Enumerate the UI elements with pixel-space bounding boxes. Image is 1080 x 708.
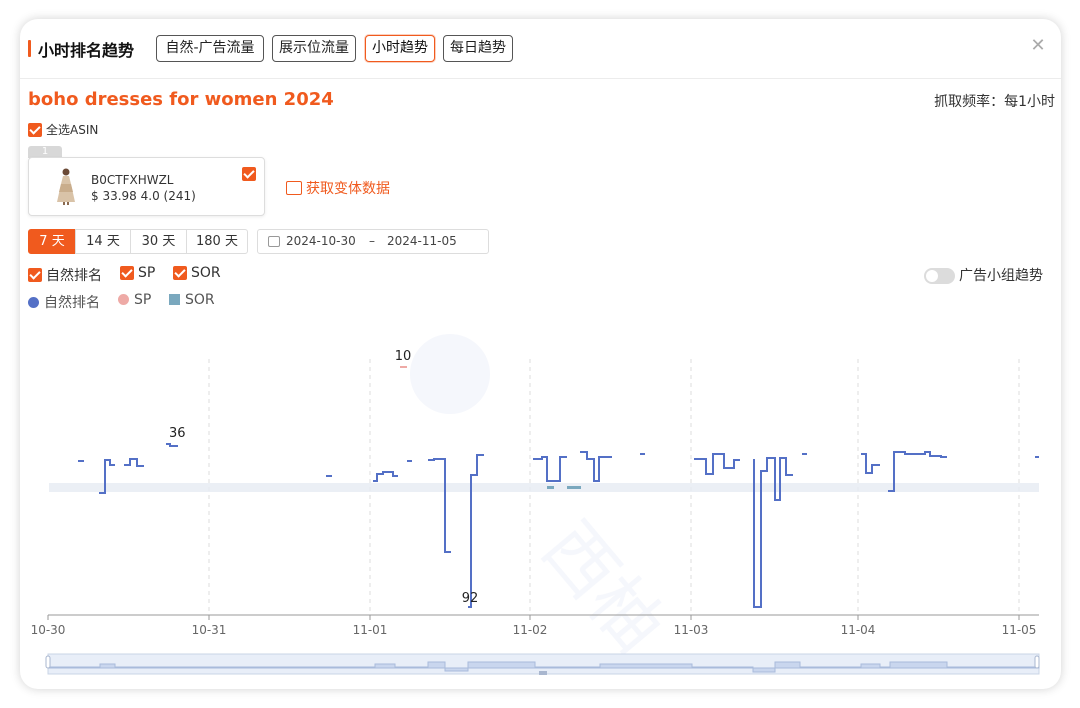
checkbox-checked-icon[interactable] <box>28 268 42 282</box>
fetch-variant-data-link[interactable]: 获取变体数据 <box>286 178 390 198</box>
date-separator: – <box>369 234 375 248</box>
date-start: 2024-10-30 <box>286 234 356 248</box>
checkbox-checked-icon[interactable] <box>120 266 134 280</box>
tab-daily-trend[interactable]: 每日趋势 <box>443 35 513 62</box>
product-thumbnail <box>49 166 83 206</box>
toggle-label: SP <box>138 265 156 281</box>
annotation-36: 36 <box>169 426 186 441</box>
x-label: 11-02 <box>513 623 548 637</box>
tab-organic-ad-traffic[interactable]: 自然-广告流量 <box>156 35 264 62</box>
date-range-picker[interactable]: 2024-10-30 – 2024-11-05 <box>257 229 489 254</box>
hourly-rank-modal: 小时排名趋势 自然-广告流量 展示位流量 小时趋势 每日趋势 ✕ boho dr… <box>20 19 1061 689</box>
toggle-switch[interactable] <box>924 268 955 284</box>
sp-point <box>400 366 407 368</box>
data-zoom-slider[interactable] <box>45 653 1040 675</box>
tab-hourly-trend[interactable]: 小时趋势 <box>365 35 435 62</box>
tab-placement-traffic[interactable]: 展示位流量 <box>272 35 356 62</box>
bar-chart-icon <box>286 181 302 195</box>
ad-group-trend-switch[interactable]: 广告小组趋势 <box>924 265 1043 285</box>
x-label: 11-04 <box>841 623 876 637</box>
toggle-organic-rank[interactable]: 自然排名 <box>28 265 102 285</box>
x-label: 11-01 <box>353 623 388 637</box>
toggle-sp[interactable]: SP <box>120 265 155 281</box>
sor-point <box>547 486 554 489</box>
range-7d-button[interactable]: 7 天 <box>28 229 76 254</box>
modal-header: 小时排名趋势 自然-广告流量 展示位流量 小时趋势 每日趋势 ✕ <box>20 19 1061 79</box>
legend-marker <box>28 297 39 308</box>
product-price-rating: $ 33.98 4.0 (241) <box>91 189 196 203</box>
product-checkbox-icon[interactable] <box>242 167 256 181</box>
legend-sor[interactable]: SOR <box>169 292 215 308</box>
rank-trend-chart[interactable]: 西柚 36 10 92 10-30 10-31 11-01 11-02 11-0… <box>20 319 1061 689</box>
x-label: 11-03 <box>674 623 709 637</box>
select-all-asin[interactable]: 全选ASIN <box>28 121 98 138</box>
date-end: 2024-11-05 <box>387 234 457 248</box>
range-30d-button[interactable]: 30 天 <box>130 229 187 254</box>
title-accent-bar <box>28 40 31 57</box>
legend-label: SOR <box>185 292 215 308</box>
watermark-logo: 西柚 <box>410 334 680 667</box>
legend-marker <box>169 294 180 305</box>
select-all-label: 全选ASIN <box>46 123 99 137</box>
product-asin: B0CTFXHWZL <box>91 173 174 187</box>
modal-title: 小时排名趋势 <box>38 41 135 60</box>
close-icon[interactable]: ✕ <box>1029 37 1047 55</box>
legend-sp[interactable]: SP <box>118 292 151 308</box>
x-axis-ticks <box>47 615 1020 620</box>
keyword-title: boho dresses for women 2024 <box>28 89 334 110</box>
checkbox-checked-icon[interactable] <box>28 122 42 137</box>
legend-marker <box>118 294 129 305</box>
annotation-10: 10 <box>395 349 412 364</box>
svg-text:西柚: 西柚 <box>527 507 680 667</box>
legend-label: 自然排名 <box>44 295 100 311</box>
zoom-handle-right[interactable] <box>1034 655 1040 669</box>
legend-organic-rank[interactable]: 自然排名 <box>28 292 100 312</box>
toggle-label: 自然排名 <box>46 268 102 284</box>
checkbox-checked-icon[interactable] <box>173 266 187 280</box>
annotation-92: 92 <box>462 591 479 606</box>
range-14d-button[interactable]: 14 天 <box>75 229 131 254</box>
x-label: 10-31 <box>192 623 227 637</box>
x-label: 10-30 <box>31 623 66 637</box>
range-180d-button[interactable]: 180 天 <box>186 229 248 254</box>
crawl-frequency: 抓取频率：每1小时 <box>934 94 1055 110</box>
toggle-label: SOR <box>191 265 221 281</box>
x-label: 11-05 <box>1002 623 1037 637</box>
zoom-grip-icon[interactable] <box>539 671 547 675</box>
calendar-icon <box>268 236 280 247</box>
toggle-sor[interactable]: SOR <box>173 265 221 281</box>
zoom-handle-left[interactable] <box>45 655 51 669</box>
switch-label: 广告小组趋势 <box>959 268 1043 284</box>
legend-label: SP <box>134 292 152 308</box>
product-card[interactable]: B0CTFXHWZL $ 33.98 4.0 (241) <box>28 157 265 216</box>
variant-link-label: 获取变体数据 <box>306 181 390 197</box>
sor-point <box>567 486 581 489</box>
x-axis-labels: 10-30 10-31 11-01 11-02 11-03 11-04 11-0… <box>31 623 1037 637</box>
